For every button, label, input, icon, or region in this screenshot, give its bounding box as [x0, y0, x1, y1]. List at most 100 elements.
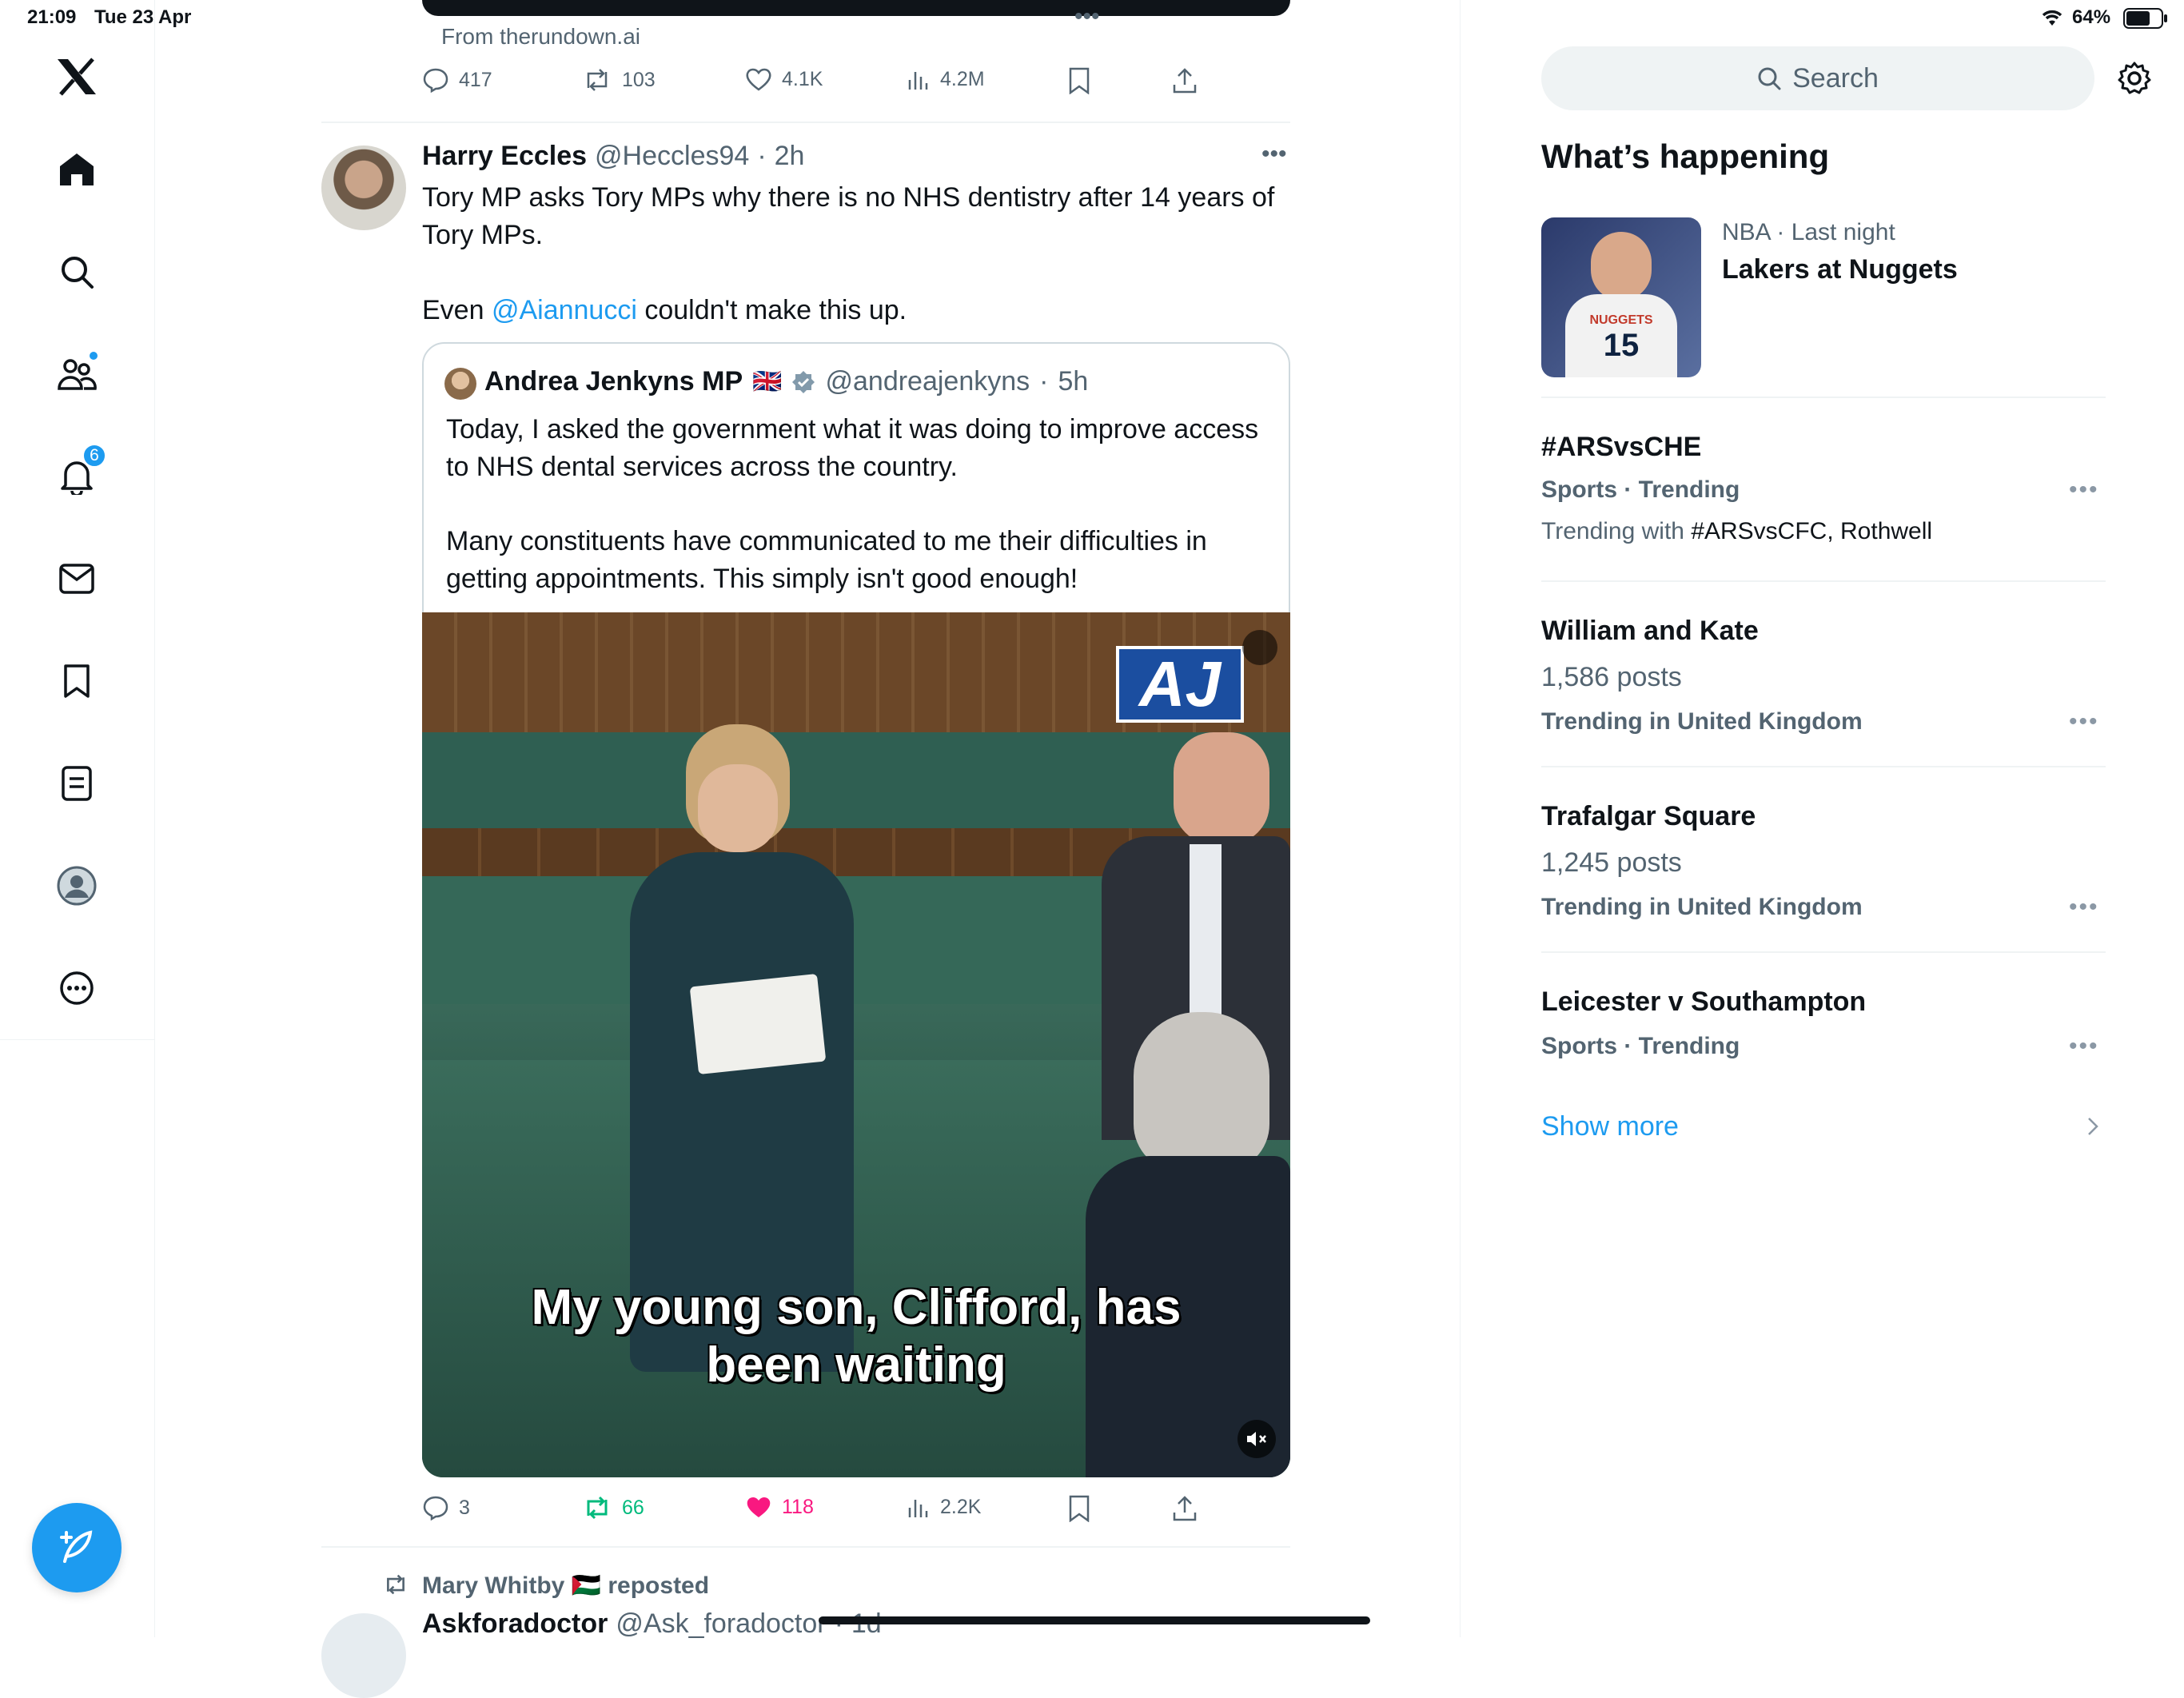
trend-more-button[interactable]: ••• [2069, 1033, 2099, 1060]
prev-like-button[interactable]: 4.1K [745, 67, 823, 91]
author-avatar[interactable] [321, 145, 406, 230]
featured-player-face [1591, 232, 1652, 301]
trend-title[interactable]: William and Kate [1541, 616, 1759, 647]
author-handle[interactable]: @Heccles94 [595, 141, 749, 172]
home-indicator[interactable] [819, 1616, 1370, 1624]
prev-reply-button[interactable]: 417 [422, 67, 492, 93]
repost-by-text[interactable]: Mary Whitby 🇵🇸 reposted [422, 1572, 709, 1600]
more-icon[interactable] [53, 964, 101, 1012]
bookmark-icon[interactable] [53, 657, 101, 705]
whats-happening-title: What’s happening [1541, 138, 1830, 175]
home-icon[interactable] [53, 145, 101, 193]
compose-button[interactable] [32, 1503, 122, 1592]
trend-more-button[interactable]: ••• [2069, 708, 2099, 735]
trend-location: Trending in United Kingdom [1541, 894, 1863, 920]
profile-icon[interactable] [53, 862, 101, 910]
mention-link[interactable]: @Aiannucci [492, 295, 637, 325]
quote-text-line: to NHS dental services across the countr… [446, 452, 958, 482]
trend-category: Sports · Trending [1541, 1033, 1740, 1059]
verified-icon [792, 370, 815, 393]
repost-button[interactable]: 66 [582, 1495, 644, 1521]
bookmark-button[interactable] [1068, 1495, 1090, 1522]
tweet-text-span: Even [422, 295, 492, 325]
like-button[interactable]: 118 [745, 1495, 814, 1519]
bookmark-icon [1069, 1495, 1090, 1522]
quote-text-line: Many constituents have communicated to m… [446, 526, 1207, 556]
trend-title[interactable]: #ARSvsCHE [1541, 432, 1701, 463]
rail-border [154, 0, 155, 1637]
search-placeholder: Search [1792, 62, 1879, 94]
previous-card-bottom[interactable] [422, 0, 1290, 16]
prev-views-button[interactable]: 4.2M [907, 67, 985, 91]
tweet-text: Tory MP asks Tory MPs why there is no NH… [422, 179, 1301, 329]
lists-icon[interactable] [53, 759, 101, 807]
next-tweet-header: Askforadoctor @Ask_foradoctor · 1d [422, 1608, 882, 1640]
trend-divider [1541, 580, 2106, 582]
battery-percent: 64% [2072, 6, 2111, 28]
trend-post-count: 1,245 posts [1541, 847, 1682, 878]
rail-divider [0, 1039, 154, 1040]
mute-button[interactable] [1237, 1420, 1276, 1458]
views-count: 2.2K [940, 1495, 982, 1518]
prev-like-count: 4.1K [782, 67, 823, 90]
prev-bookmark-button[interactable] [1068, 67, 1090, 94]
video-bench [422, 732, 1290, 828]
search-icon [1758, 67, 1781, 90]
bookmark-icon [1069, 67, 1090, 94]
trend-more-button[interactable]: ••• [2069, 894, 2099, 921]
show-more-link[interactable]: Show more [1541, 1111, 1679, 1142]
quote-time: 5h [1058, 366, 1089, 397]
search-bar[interactable]: Search [1541, 46, 2094, 110]
prev-share-button[interactable] [1172, 67, 1198, 94]
settings-button[interactable] [2117, 61, 2152, 96]
trend-title[interactable]: Trafalgar Square [1541, 801, 1756, 832]
tweet-header: Harry Eccles @Heccles94 · 2h [422, 141, 804, 172]
mute-icon [1247, 1432, 1266, 1446]
next-author-handle[interactable]: @Ask_foradoctor [616, 1608, 826, 1640]
trend-title[interactable]: Leicester v Southampton [1541, 987, 1866, 1018]
reply-count: 3 [459, 1496, 470, 1519]
share-icon [1173, 1496, 1197, 1521]
search-icon[interactable] [53, 248, 101, 296]
x-logo-icon[interactable] [53, 53, 101, 101]
previous-source[interactable]: From therundown.ai [441, 24, 640, 50]
video-caption-line: My young son, Clifford, has [531, 1280, 1182, 1335]
quote-text-line: getting appointments. This simply isn't … [446, 564, 1078, 594]
trend-more-button[interactable]: ••• [2069, 476, 2099, 504]
communities-icon[interactable] [53, 350, 101, 398]
video-gif-icon[interactable] [1242, 630, 1277, 665]
video-man-shirt [1190, 844, 1222, 1020]
next-author-avatar[interactable] [321, 1613, 406, 1698]
tweet-text-line: Tory MP asks Tory MPs why there is no NH… [422, 182, 1275, 213]
previous-card-more[interactable]: ••• [1074, 3, 1100, 30]
chevron-right-icon [2086, 1116, 2099, 1137]
tweet-time[interactable]: 2h [775, 141, 805, 172]
wifi-icon [2040, 8, 2064, 27]
quote-header: Andrea Jenkyns MP 🇬🇧 @andreajenkyns · 5h [484, 366, 1088, 397]
quote-author-handle: @andreajenkyns [825, 366, 1030, 397]
tweet-more-button[interactable]: ••• [1261, 141, 1287, 168]
flag-emoji: 🇬🇧 [752, 369, 783, 395]
author-name[interactable]: Harry Eccles [422, 141, 587, 172]
bell-icon[interactable]: 6 [53, 443, 107, 500]
reply-button[interactable]: 3 [422, 1495, 470, 1521]
jersey-text: NUGGETS [1589, 313, 1653, 327]
status-date: Tue 23 Apr [94, 6, 192, 28]
share-button[interactable] [1172, 1495, 1198, 1522]
views-icon [908, 1500, 928, 1517]
dot-separator: · [757, 141, 767, 171]
prev-repost-button[interactable]: 103 [582, 67, 656, 93]
trend-extra-tags[interactable]: #ARSvsCFC, Rothwell [1691, 518, 1932, 544]
featured-title[interactable]: Lakers at Nuggets [1722, 254, 1958, 285]
repost-count: 66 [622, 1496, 644, 1519]
prev-repost-count: 103 [622, 68, 656, 91]
video-man-face [1174, 732, 1269, 844]
like-count: 118 [782, 1495, 814, 1518]
notifications-badge: 6 [82, 443, 107, 468]
featured-image[interactable]: NUGGETS 15 [1541, 217, 1701, 377]
mail-icon[interactable] [53, 555, 101, 603]
views-icon [908, 72, 928, 90]
views-button[interactable]: 2.2K [907, 1495, 981, 1519]
trend-divider [1541, 766, 2106, 767]
next-author-name[interactable]: Askforadoctor [422, 1608, 608, 1640]
